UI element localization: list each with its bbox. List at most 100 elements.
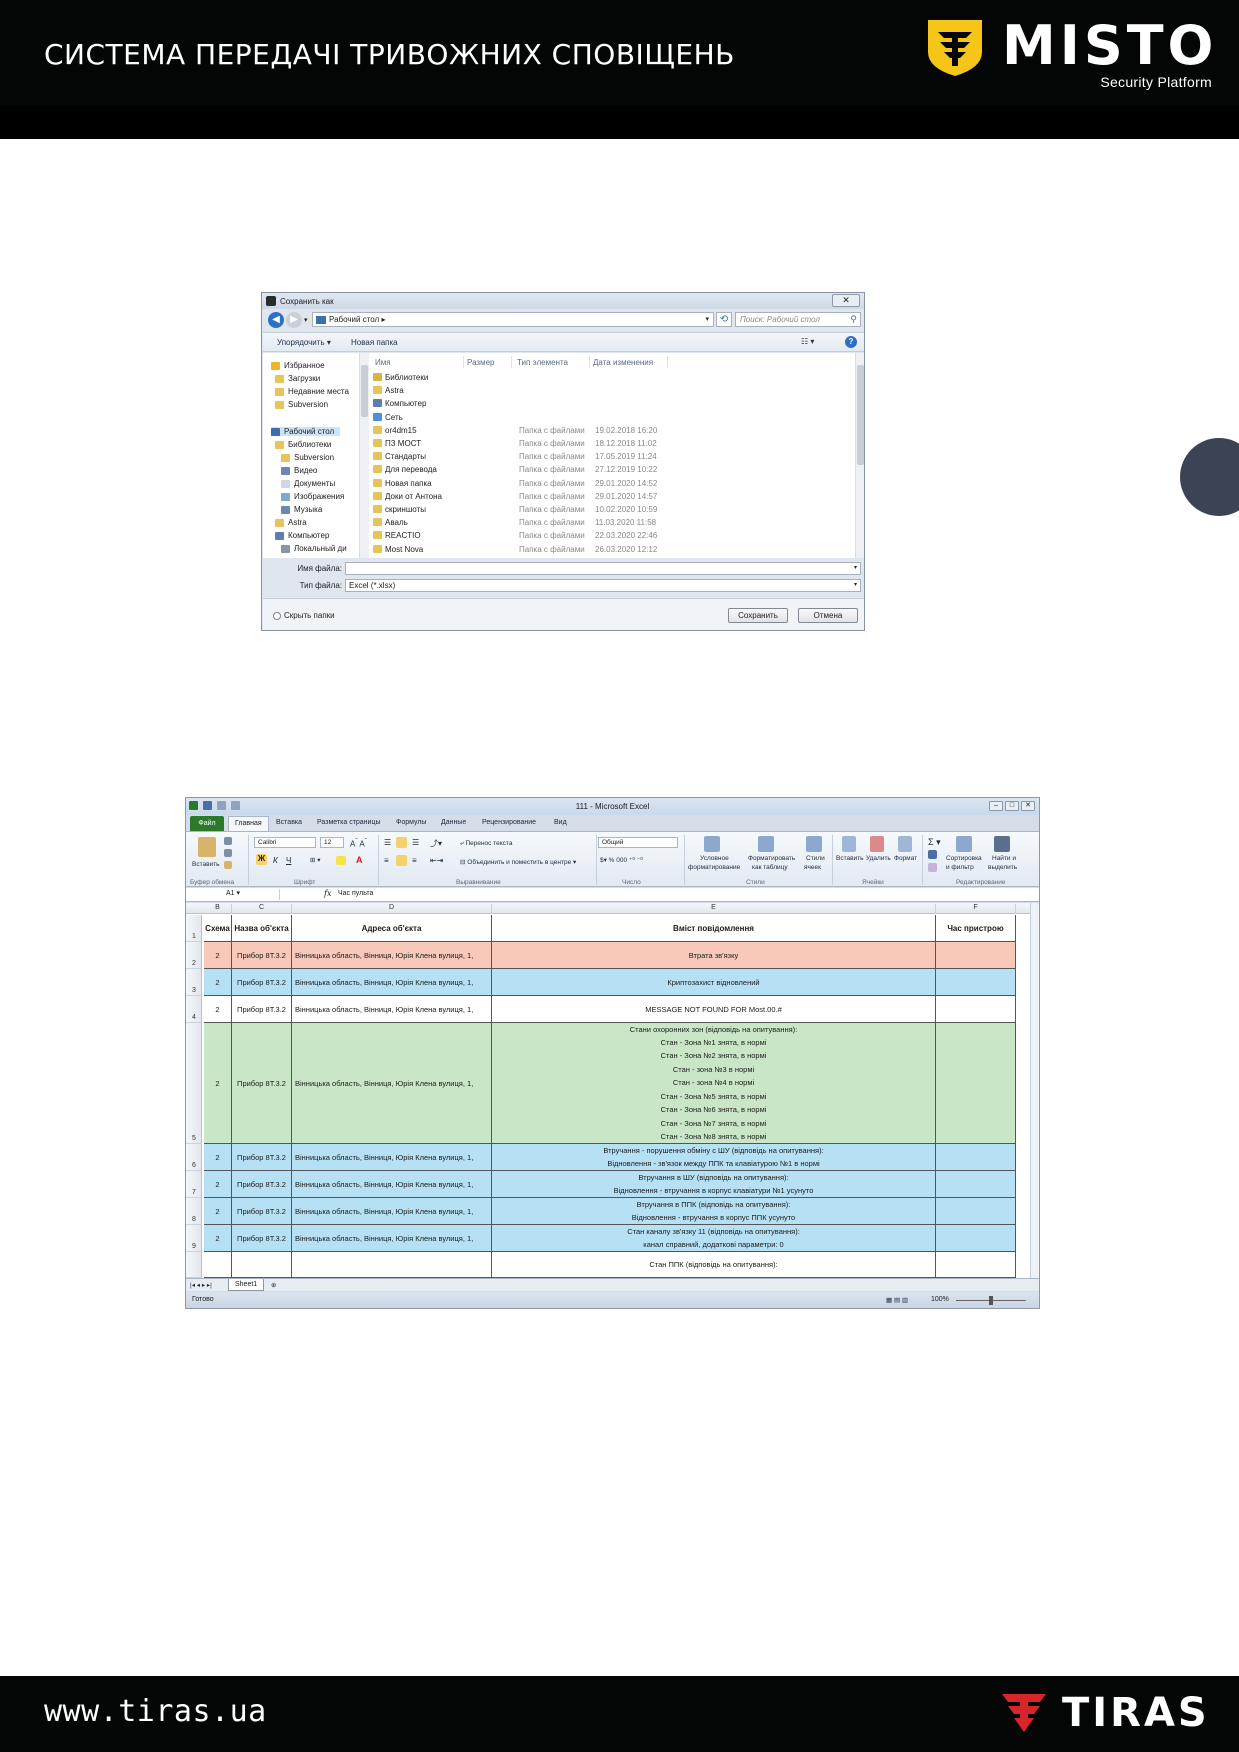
vertical-scrollbar[interactable] bbox=[1030, 903, 1039, 1278]
cell-name[interactable]: Прибор 8Т.3.2 bbox=[232, 996, 292, 1023]
cell-scheme[interactable]: 2 bbox=[204, 1144, 232, 1171]
file-row[interactable]: ПЗ МОСТ Папка с файлами 18.12.2018 11:02 bbox=[371, 437, 855, 450]
row-header[interactable]: 9 bbox=[186, 1225, 202, 1252]
align-middle-icon[interactable] bbox=[396, 837, 407, 848]
close-button[interactable]: ✕ bbox=[832, 294, 860, 307]
sort-filter-icon[interactable] bbox=[956, 836, 972, 852]
close-icon[interactable]: ✕ bbox=[1021, 801, 1035, 811]
refresh-icon[interactable]: ⟲ bbox=[716, 312, 732, 327]
tab-data[interactable]: Данные bbox=[441, 819, 466, 826]
conditional-format-icon[interactable] bbox=[704, 836, 720, 852]
format-table-icon[interactable] bbox=[758, 836, 774, 852]
tab-file[interactable]: Файл bbox=[190, 816, 224, 831]
bold-icon[interactable]: Ж bbox=[256, 854, 267, 865]
tree-item[interactable]: Избранное bbox=[271, 361, 325, 370]
name-box-dropdown-icon[interactable]: ▾ bbox=[235, 890, 241, 897]
cell-device-time[interactable] bbox=[936, 1171, 1016, 1198]
merge-center-button[interactable]: ⊟ Объединить и поместить в центре ▾ bbox=[460, 858, 576, 866]
sheet-tab[interactable]: Sheet1 bbox=[228, 1279, 265, 1291]
tree-item[interactable]: Subversion bbox=[275, 400, 328, 409]
new-sheet-icon[interactable]: ⊕ bbox=[271, 1281, 276, 1289]
tree-item[interactable]: Subversion bbox=[281, 453, 334, 462]
cell-message[interactable]: Стан каналу зв'язку 11 (відповідь на опи… bbox=[492, 1225, 936, 1252]
history-dropdown-icon[interactable]: ▾ bbox=[304, 316, 308, 324]
help-icon[interactable]: ? bbox=[845, 336, 857, 348]
row-header[interactable]: 4 bbox=[186, 996, 202, 1023]
format-table-label[interactable]: Форматировать bbox=[748, 855, 795, 862]
column-header[interactable]: D bbox=[292, 904, 492, 914]
insert-cells-button[interactable]: Вставить bbox=[836, 855, 864, 862]
cell-styles-label[interactable]: Стили bbox=[806, 855, 825, 862]
file-list-scrollbar[interactable] bbox=[855, 353, 864, 558]
cell-message[interactable]: Стани охоронних зон (відповідь на опитув… bbox=[492, 1023, 936, 1144]
view-options-icon[interactable]: ☷ ▾ bbox=[801, 337, 825, 348]
indent-icon[interactable]: ⇤⇥ bbox=[430, 856, 443, 865]
find-select-button[interactable]: Найти и bbox=[992, 855, 1016, 862]
tree-item[interactable]: Компьютер bbox=[275, 531, 329, 540]
cell-addr[interactable]: Вінницька область, Вінниця, Юрія Клена в… bbox=[292, 1225, 492, 1252]
column-header[interactable]: E bbox=[492, 904, 936, 914]
file-scroll-thumb[interactable] bbox=[857, 365, 864, 465]
tree-item[interactable]: Музыка bbox=[281, 505, 322, 514]
column-header[interactable]: B bbox=[204, 904, 232, 914]
zoom-slider-knob[interactable] bbox=[989, 1296, 993, 1305]
cell-device-time[interactable] bbox=[936, 996, 1016, 1023]
file-row[interactable]: Для перевода Папка с файлами 27.12.2019 10… bbox=[371, 463, 855, 476]
format-table-label2[interactable]: как таблицу bbox=[752, 864, 788, 871]
search-input[interactable]: Поиск: Рабочий стол ⚲ bbox=[735, 312, 861, 327]
file-row[interactable]: REACTIO Папка с файлами 22.03.2020 22:46 bbox=[371, 529, 855, 542]
organize-button[interactable]: Упорядочить ▾ bbox=[277, 338, 331, 347]
file-row[interactable]: Astra bbox=[371, 384, 855, 397]
cell-name[interactable]: Прибор 8Т.3.2 bbox=[232, 969, 292, 996]
cell-scheme[interactable]: 2 bbox=[204, 942, 232, 969]
cell-styles-icon[interactable] bbox=[806, 836, 822, 852]
cancel-button[interactable]: Отмена bbox=[798, 608, 858, 623]
format-painter-icon[interactable] bbox=[224, 861, 232, 869]
cell-scheme[interactable]: 2 bbox=[204, 1023, 232, 1144]
cell-scheme[interactable]: 2 bbox=[204, 969, 232, 996]
conditional-format-label[interactable]: Условное bbox=[700, 855, 729, 862]
format-cells-icon[interactable] bbox=[898, 836, 912, 852]
cell-addr[interactable]: Вінницька область, Вінниця, Юрія Клена в… bbox=[292, 1171, 492, 1198]
tab-home[interactable]: Главная bbox=[228, 816, 269, 831]
formula-input[interactable]: Час пульта bbox=[338, 890, 373, 897]
cell-addr[interactable] bbox=[292, 1252, 492, 1278]
merge-dropdown-icon[interactable]: ▾ bbox=[571, 859, 576, 866]
view-normal-icon[interactable]: ▦ ▤ ▥ bbox=[886, 1296, 908, 1304]
tree-scroll-thumb[interactable] bbox=[361, 365, 368, 417]
cell-name[interactable] bbox=[232, 1252, 292, 1278]
cell-addr[interactable]: Вінницька область, Вінниця, Юрія Клена в… bbox=[292, 1144, 492, 1171]
copy-icon[interactable] bbox=[224, 849, 232, 857]
cell-message[interactable]: MESSAGE NOT FOUND FOR Most.00.# bbox=[492, 996, 936, 1023]
column-date[interactable]: Дата изменения bbox=[593, 358, 653, 367]
tab-page-layout[interactable]: Разметка страницы bbox=[317, 819, 381, 826]
cell-name[interactable]: Прибор 8Т.3.2 bbox=[232, 1225, 292, 1252]
cell-device-time[interactable] bbox=[936, 1252, 1016, 1278]
cell-styles-label2[interactable]: ячеек bbox=[804, 864, 821, 871]
row-header[interactable]: 3 bbox=[186, 969, 202, 996]
file-row[interactable]: Доки от Антона Папка с файлами 29.01.2020 … bbox=[371, 490, 855, 503]
file-row[interactable]: or4dm15 Папка с файлами 19.02.2018 16:20 bbox=[371, 424, 855, 437]
cut-icon[interactable] bbox=[224, 837, 232, 845]
cell-scheme[interactable]: 2 bbox=[204, 996, 232, 1023]
cell-scheme[interactable] bbox=[204, 1252, 232, 1278]
tree-item[interactable]: Рабочий стол bbox=[271, 427, 341, 436]
cell-device-time[interactable] bbox=[936, 1144, 1016, 1171]
header-cell[interactable]: Вміст повідомлення bbox=[492, 915, 936, 942]
delete-cells-button[interactable]: Удалить bbox=[866, 855, 891, 862]
cell-message[interactable]: Втручання в ППК (відповідь на опитування… bbox=[492, 1198, 936, 1225]
cell-message[interactable]: Стан ППК (відповідь на опитування): bbox=[492, 1252, 936, 1278]
column-header[interactable]: C bbox=[232, 904, 292, 914]
currency-icon[interactable]: $▾ % 000 ⁺⁰ ⁻⁰ bbox=[600, 856, 643, 864]
cell-scheme[interactable]: 2 bbox=[204, 1225, 232, 1252]
align-bottom-icon[interactable]: ☰ bbox=[412, 838, 419, 847]
cell-name[interactable]: Прибор 8Т.3.2 bbox=[232, 942, 292, 969]
delete-cells-icon[interactable] bbox=[870, 836, 884, 852]
align-center-icon[interactable] bbox=[396, 855, 407, 866]
cell-name[interactable]: Прибор 8Т.3.2 bbox=[232, 1171, 292, 1198]
cell-name[interactable]: Прибор 8Т.3.2 bbox=[232, 1198, 292, 1225]
italic-icon[interactable]: К bbox=[273, 856, 278, 865]
cell-device-time[interactable] bbox=[936, 1198, 1016, 1225]
wrap-text-button[interactable]: ⤶ Перенос текста bbox=[460, 840, 512, 848]
paste-icon[interactable] bbox=[198, 837, 216, 857]
